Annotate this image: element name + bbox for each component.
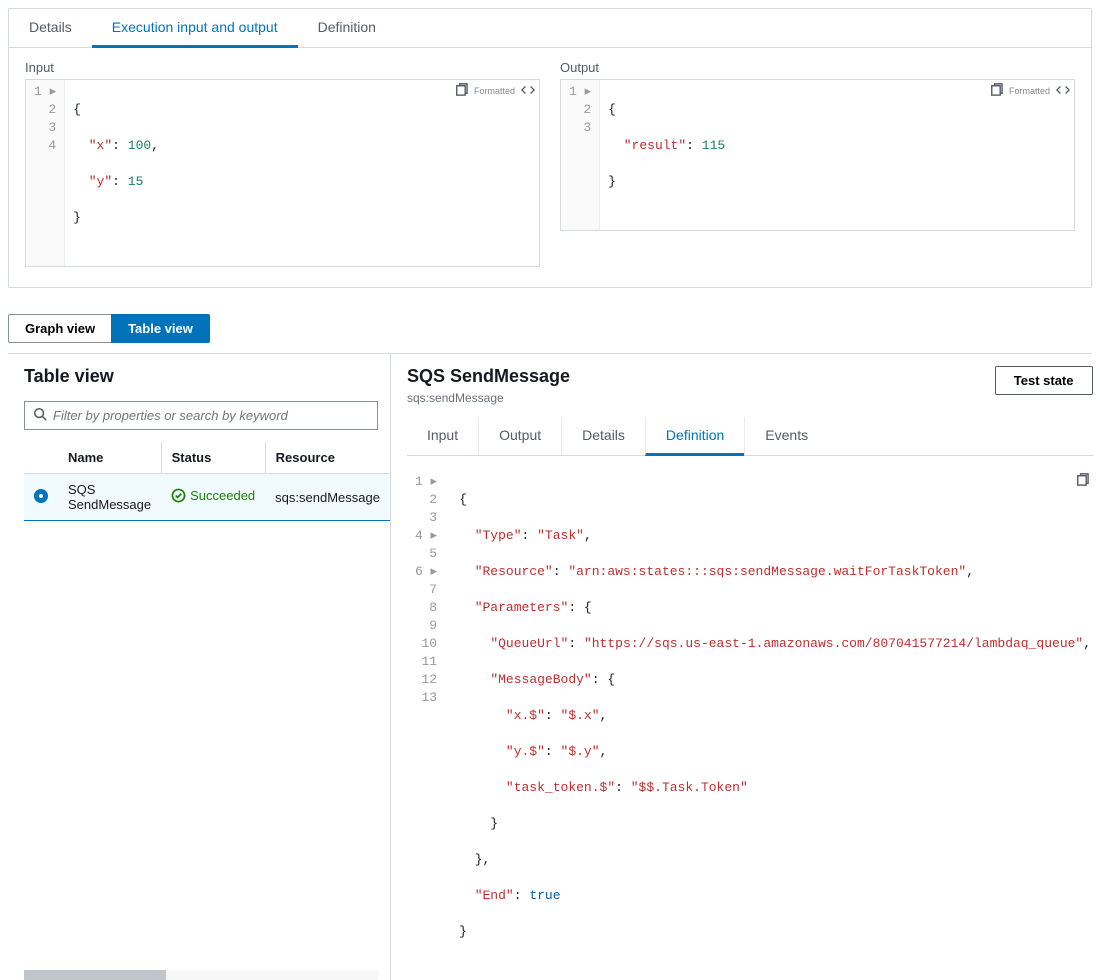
input-label: Input [25, 60, 540, 75]
tab-definition[interactable]: Definition [298, 9, 396, 47]
output-section: Output Formatted 1 ▸23 { "result": 115 } [560, 60, 1075, 267]
code-toggle-icon[interactable] [521, 84, 535, 99]
code-toggle-icon[interactable] [1056, 84, 1070, 99]
dtab-events[interactable]: Events [744, 417, 828, 455]
line-gutter: 1 ▸234 [26, 80, 65, 266]
detail-tabs: Input Output Details Definition Events [407, 417, 1093, 456]
code-content[interactable]: { "Type": "Task", "Resource": "arn:aws:s… [451, 470, 1092, 980]
copy-icon[interactable] [988, 82, 1003, 100]
status-badge: Succeeded [171, 488, 255, 503]
split-container: Table view Name Status Resource SQS Send… [8, 353, 1092, 980]
copy-icon[interactable] [453, 82, 468, 100]
tab-details[interactable]: Details [9, 9, 92, 47]
io-container: Input Formatted 1 ▸234 { "x": 100, "y": … [9, 48, 1091, 287]
table-view-pane: Table view Name Status Resource SQS Send… [8, 354, 391, 980]
input-section: Input Formatted 1 ▸234 { "x": 100, "y": … [25, 60, 540, 267]
row-radio[interactable] [34, 489, 48, 503]
states-table: Name Status Resource SQS SendMessage Suc… [24, 442, 390, 521]
detail-title: SQS SendMessage [407, 366, 1093, 387]
col-resource[interactable]: Resource [265, 442, 390, 474]
dtab-input[interactable]: Input [407, 417, 478, 455]
code-content[interactable]: { "result": 115 } [600, 80, 1074, 230]
line-gutter: 1 ▸23 [561, 80, 600, 230]
output-code: Formatted 1 ▸23 { "result": 115 } [560, 79, 1075, 231]
line-gutter: 1 ▸234 ▸56 ▸78910111213 [407, 470, 451, 980]
table-row[interactable]: SQS SendMessage Succeeded sqs:sendMessag… [24, 474, 390, 521]
search-box[interactable] [24, 401, 378, 430]
input-code: Formatted 1 ▸234 { "x": 100, "y": 15 } [25, 79, 540, 267]
execution-tabs: Details Execution input and output Defin… [9, 9, 1091, 48]
search-input[interactable] [53, 408, 369, 423]
view-toggle: Graph view Table view [8, 314, 210, 343]
dtab-definition[interactable]: Definition [645, 417, 744, 456]
formatted-badge: Formatted [1009, 86, 1050, 96]
graph-view-button[interactable]: Graph view [8, 314, 111, 343]
row-name: SQS SendMessage [58, 474, 161, 521]
test-state-button[interactable]: Test state [995, 366, 1093, 395]
dtab-details[interactable]: Details [561, 417, 645, 455]
detail-subtitle: sqs:sendMessage [407, 391, 1093, 405]
col-status[interactable]: Status [161, 442, 265, 474]
dtab-output[interactable]: Output [478, 417, 561, 455]
table-view-title: Table view [24, 366, 390, 387]
detail-pane: Test state SQS SendMessage sqs:sendMessa… [391, 354, 1100, 980]
tab-execution-io[interactable]: Execution input and output [92, 9, 298, 48]
col-name[interactable]: Name [58, 442, 161, 474]
execution-panel: Details Execution input and output Defin… [8, 8, 1092, 288]
table-view-button[interactable]: Table view [111, 314, 210, 343]
copy-icon[interactable] [1074, 472, 1089, 490]
search-icon [33, 407, 47, 424]
horizontal-scrollbar[interactable] [24, 970, 378, 980]
code-content[interactable]: { "x": 100, "y": 15 } [65, 80, 539, 266]
formatted-badge: Formatted [474, 86, 515, 96]
row-resource: sqs:sendMessage [265, 474, 390, 521]
definition-code: 1 ▸234 ▸56 ▸78910111213 { "Type": "Task"… [407, 470, 1093, 980]
output-label: Output [560, 60, 1075, 75]
